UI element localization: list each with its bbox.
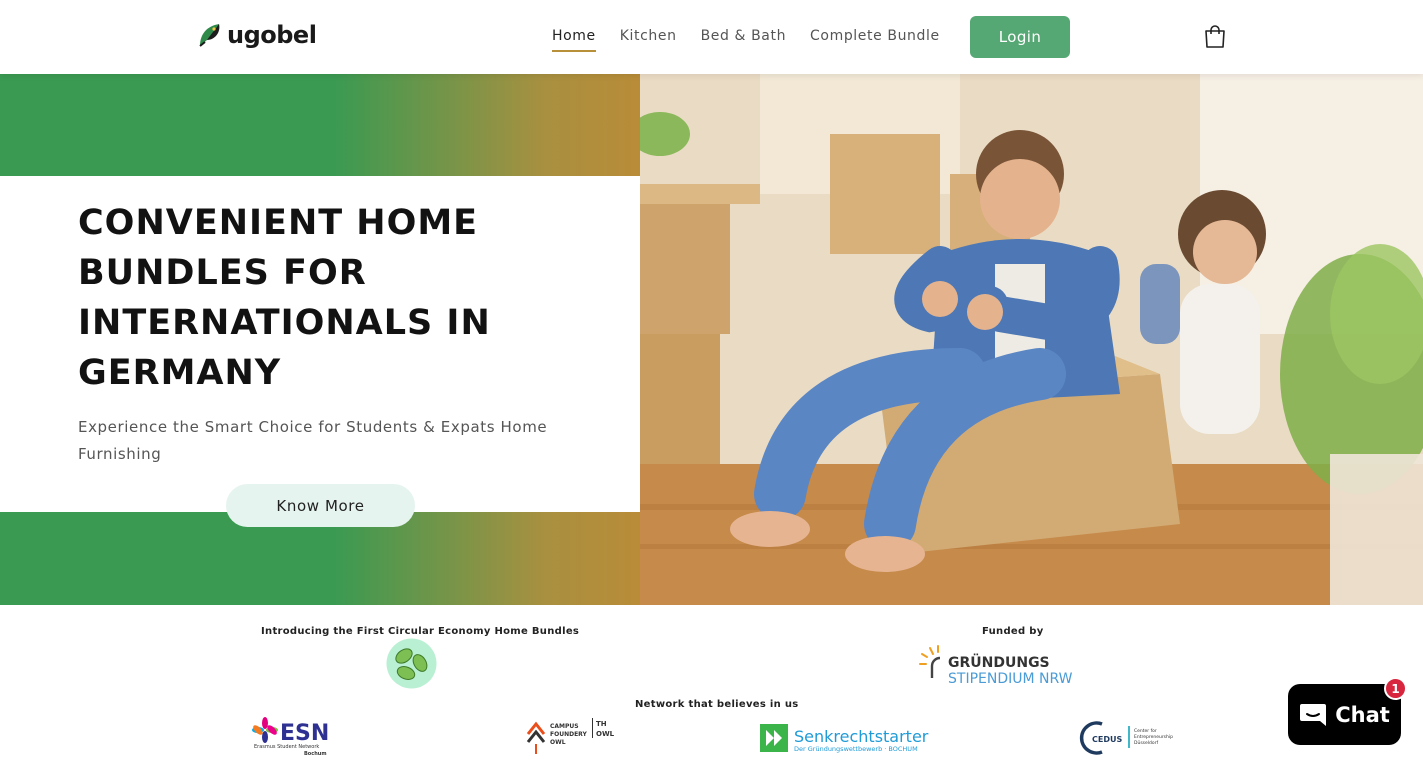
chat-bubble-icon bbox=[1300, 703, 1327, 726]
bird-logo-icon bbox=[199, 24, 220, 47]
svg-text:Der Gründungswettbewerb · BOCH: Der Gründungswettbewerb · BOCHUM bbox=[794, 745, 918, 753]
hero-subtitle: Experience the Smart Choice for Students… bbox=[78, 418, 548, 463]
hero-photo bbox=[640, 74, 1423, 605]
senkrechtstarter-logo: Senkrechtstarter Der Gründungswettbewerb… bbox=[760, 724, 929, 753]
svg-text:Düsseldorf: Düsseldorf bbox=[1134, 740, 1158, 746]
know-more-button[interactable]: Know More bbox=[226, 484, 415, 527]
hero-title: CONVENIENT HOME BUNDLES FOR INTERNATIONA… bbox=[78, 203, 491, 393]
intro-label: Introducing the First Circular Economy H… bbox=[261, 626, 580, 637]
nav-item-complete-bundle[interactable]: Complete Bundle bbox=[810, 28, 940, 52]
svg-text:FOUNDERY: FOUNDERY bbox=[550, 731, 587, 738]
funded-label: Funded by bbox=[982, 626, 1044, 637]
nav-item-kitchen[interactable]: Kitchen bbox=[620, 28, 677, 52]
esn-bochum-logo: ESN Erasmus Student Network Bochum bbox=[252, 717, 329, 757]
svg-text:CEDUS: CEDUS bbox=[1092, 735, 1122, 744]
svg-text:CAMPUS: CAMPUS bbox=[550, 723, 579, 730]
svg-text:Senkrechtstarter: Senkrechtstarter bbox=[794, 727, 929, 746]
svg-text:OWL: OWL bbox=[550, 739, 566, 746]
brand-name: ugobel bbox=[227, 21, 317, 49]
nav-item-bed-bath[interactable]: Bed & Bath bbox=[701, 28, 786, 52]
login-button[interactable]: Login bbox=[970, 16, 1070, 58]
svg-text:ESN: ESN bbox=[280, 721, 329, 746]
cart-icon[interactable] bbox=[1203, 24, 1227, 50]
svg-text:GRÜNDUNGS: GRÜNDUNGS bbox=[948, 653, 1050, 671]
main-nav: Home Kitchen Bed & Bath Complete Bundle bbox=[552, 28, 940, 52]
campus-foundery-owl-logo: CAMPUS FOUNDERY OWL TH OWL bbox=[526, 718, 615, 754]
gruendungsstipendium-nrw-logo: GRÜNDUNGS STIPENDIUM NRW bbox=[919, 645, 1073, 687]
brand-logo[interactable]: ugobel bbox=[197, 20, 317, 50]
network-label: Network that believes in us bbox=[635, 699, 799, 710]
svg-text:TH: TH bbox=[596, 720, 607, 728]
chat-label: Chat bbox=[1335, 702, 1390, 727]
circular-economy-leaf-icon bbox=[386, 638, 437, 689]
nav-item-home[interactable]: Home bbox=[552, 28, 596, 52]
svg-text:Erasmus Student Network: Erasmus Student Network bbox=[254, 744, 319, 750]
svg-text:OWL: OWL bbox=[596, 730, 615, 738]
svg-text:STIPENDIUM NRW: STIPENDIUM NRW bbox=[948, 671, 1073, 687]
svg-text:Bochum: Bochum bbox=[304, 751, 327, 757]
chat-notification-badge: 1 bbox=[1384, 677, 1407, 700]
moving-couple-illustration bbox=[640, 74, 1423, 605]
svg-text:Center for: Center for bbox=[1134, 728, 1157, 734]
site-header: ugobel Home Kitchen Bed & Bath Complete … bbox=[0, 0, 1423, 74]
svg-text:Entrepreneurship: Entrepreneurship bbox=[1134, 734, 1173, 740]
cedus-logo: CEDUS Center for Entrepreneurship Düssel… bbox=[1079, 721, 1173, 755]
